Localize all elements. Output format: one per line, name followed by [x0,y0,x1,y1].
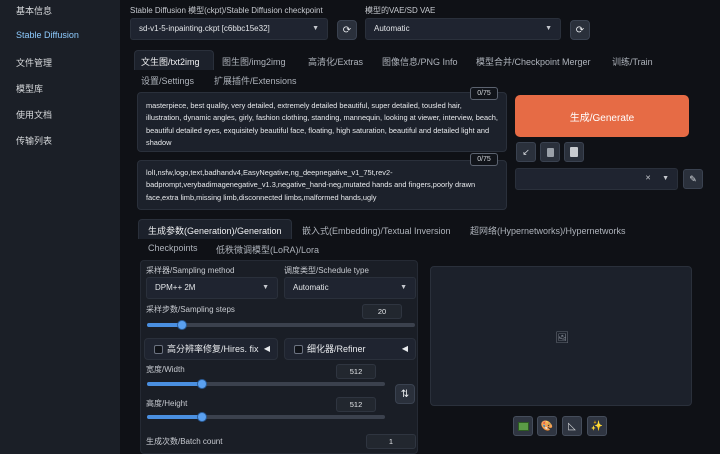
prompt-token-counter: 0/75 [470,87,498,100]
sampler-select[interactable]: DPM++ 2M ▼ [146,277,278,299]
subtab-hypernetworks[interactable]: 超网络(Hypernetworks)/Hypernetworks [470,224,626,237]
tab-png-info[interactable]: 图像信息/PNG Info [382,55,458,68]
batch-count-input[interactable]: 1 [366,434,416,449]
tab-checkpoint-merger[interactable]: 模型合并/Checkpoint Merger [476,55,591,68]
hires-fix-accordion[interactable]: 高分辨率修复/Hires. fix ◀ [144,338,278,360]
hires-fix-label: 高分辨率修复/Hires. fix [167,344,259,354]
tab-extensions[interactable]: 扩展插件/Extensions [214,74,297,87]
schedule-label: 调度类型/Schedule type [284,266,369,275]
subtab-lora[interactable]: 低秩微调模型(LoRA)/Lora [216,243,319,256]
steps-slider[interactable] [147,320,415,330]
sparkle-icon: ✨ [590,420,604,432]
negative-prompt-token-counter: 0/75 [470,153,498,166]
collapse-arrow-icon: ◀ [401,344,408,353]
hires-fix-checkbox[interactable] [154,345,163,354]
clear-prompt-button[interactable] [540,142,560,162]
refiner-accordion[interactable]: 细化器/Refiner ◀ [284,338,416,360]
swap-dimensions-button[interactable]: ⇅ [395,384,415,404]
pencil-icon: ✎ [689,173,697,184]
send-to-extras-button[interactable]: ✨ [587,416,607,436]
clear-icon[interactable]: ✕ [645,169,651,189]
nav-item-file-manager[interactable]: 文件管理 [16,56,52,69]
steps-slider-handle[interactable] [176,320,187,330]
nav-item-model-library[interactable]: 模型库 [16,82,43,95]
tab-img2img[interactable]: 图生图/img2img [222,55,286,68]
chevron-down-icon: ▼ [662,175,669,182]
height-label: 高度/Height [146,399,188,408]
send-to-img2img-button[interactable]: 🎨 [537,416,557,436]
refresh-icon: ⟳ [575,24,585,36]
tab-train[interactable]: 训练/Train [612,55,653,68]
styles-select[interactable]: ✕ ▼ [515,168,678,190]
prompt-textarea[interactable]: masterpiece, best quality, very detailed… [137,92,507,152]
width-slider-fill [147,382,202,386]
send-to-inpaint-button[interactable]: ◺ [562,416,582,436]
checkpoint-label: Stable Diffusion 模型(ckpt)/Stable Diffusi… [130,6,323,15]
height-slider[interactable] [147,412,385,422]
swap-arrows-icon: ⇅ [400,388,410,400]
subtab-textual-inversion[interactable]: 嵌入式(Embedding)/Textual Inversion [302,224,451,237]
clipboard-icon [570,147,578,157]
tab-extras[interactable]: 高清化/Extras [308,55,363,68]
vae-label: 模型的VAE/SD VAE [365,6,436,15]
checkpoint-value: sd-v1-5-inpainting.ckpt [c6bbc15e32] [139,24,270,33]
chevron-down-icon: ▼ [262,284,269,291]
negative-prompt-textarea[interactable]: lolI,nsfw,logo,text,badhandv4,EasyNegati… [137,160,507,210]
chevron-down-icon: ▼ [400,284,407,291]
height-slider-handle[interactable] [196,412,207,422]
paste-styles-button[interactable] [564,142,584,162]
generate-button[interactable]: 生成/Generate [515,95,689,137]
trash-icon [546,147,554,157]
schedule-value: Automatic [293,283,329,292]
read-params-button[interactable]: ↙ [516,142,536,162]
height-input[interactable]: 512 [336,397,376,412]
open-folder-button[interactable] [513,416,533,436]
image-placeholder-icon: 🖼 [555,332,569,344]
vae-select[interactable]: Automatic ▼ [365,18,561,40]
sampler-label: 采样器/Sampling method [146,266,235,275]
schedule-select[interactable]: Automatic ▼ [284,277,416,299]
output-image-preview: 🖼 [430,266,692,406]
width-label: 宽度/Width [146,365,185,374]
edit-styles-button[interactable]: ✎ [683,169,703,189]
nav-item-stable-diffusion[interactable]: Stable Diffusion [16,30,79,40]
palette-icon: 🎨 [540,420,554,432]
nav-item-transfers[interactable]: 传输列表 [16,134,52,147]
refresh-vae-button[interactable]: ⟳ [570,20,590,40]
batch-count-label: 生成次数/Batch count [146,437,223,446]
subtab-checkpoints[interactable]: Checkpoints [148,243,198,253]
subtab-generation[interactable]: 生成参数(Generation)/Generation [148,224,282,237]
steps-input[interactable]: 20 [362,304,402,319]
height-slider-fill [147,415,202,419]
nav-item-basic-info[interactable]: 基本信息 [16,4,52,17]
arrow-down-left-icon: ↙ [522,146,530,157]
checkpoint-select[interactable]: sd-v1-5-inpainting.ckpt [c6bbc15e32] ▼ [130,18,328,40]
folder-icon [517,421,529,431]
left-nav: 基本信息 Stable Diffusion 文件管理 模型库 使用文档 传输列表 [0,0,120,454]
refiner-checkbox[interactable] [294,345,303,354]
refresh-icon: ⟳ [342,24,352,36]
width-slider[interactable] [147,379,385,389]
refiner-label: 细化器/Refiner [307,344,366,354]
sampler-value: DPM++ 2M [155,283,196,292]
nav-item-docs[interactable]: 使用文档 [16,108,52,121]
collapse-arrow-icon: ◀ [263,344,270,353]
refresh-checkpoint-button[interactable]: ⟳ [337,20,357,40]
width-input[interactable]: 512 [336,364,376,379]
tab-settings[interactable]: 设置/Settings [141,74,194,87]
width-slider-handle[interactable] [196,379,207,389]
triangle-ruler-icon: ◺ [568,420,576,432]
chevron-down-icon: ▼ [545,25,552,32]
chevron-down-icon: ▼ [312,25,319,32]
steps-label: 采样步数/Sampling steps [146,305,235,314]
vae-value: Automatic [374,24,410,33]
tab-txt2img[interactable]: 文生图/txt2img [141,55,200,68]
